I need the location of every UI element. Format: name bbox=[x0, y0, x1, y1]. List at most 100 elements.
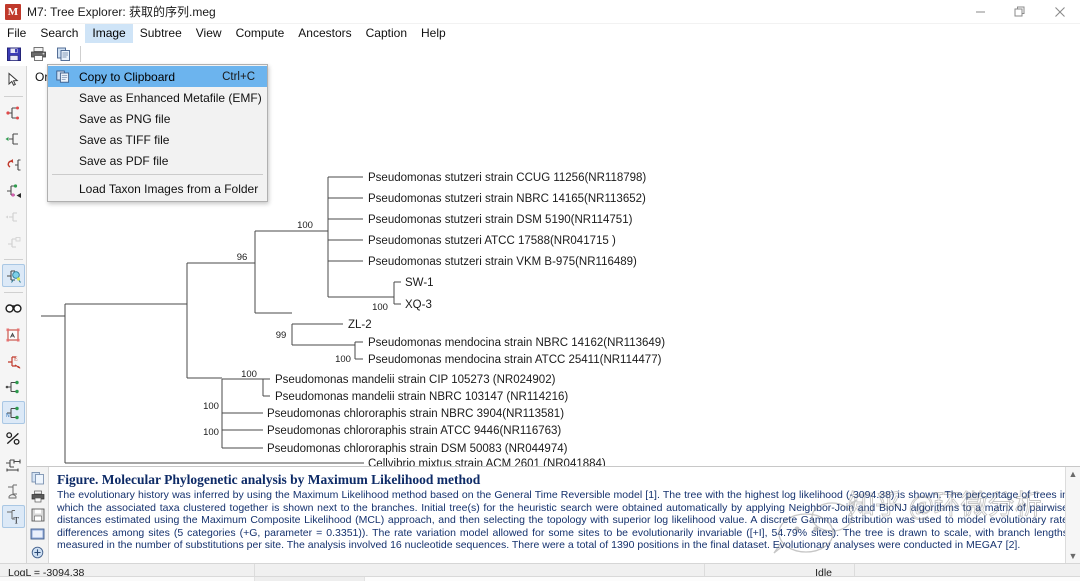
root-tree-icon bbox=[7, 158, 20, 171]
taxon-label[interactable]: Pseudomonas stutzeri strain CCUG 11256(N… bbox=[368, 172, 646, 184]
menu-caption[interactable]: Caption bbox=[359, 24, 414, 43]
scroll-up-icon[interactable]: ▲ bbox=[1069, 469, 1078, 479]
menu-item-load-taxon-images[interactable]: Load Taxon Images from a Folder bbox=[48, 178, 267, 199]
image-dropdown-menu[interactable]: Copy to Clipboard Ctrl+C Save as Enhance… bbox=[47, 64, 268, 202]
zoom-in-caption-button[interactable] bbox=[29, 544, 47, 561]
pointer-tool-button[interactable] bbox=[2, 68, 25, 91]
menu-search[interactable]: Search bbox=[33, 24, 85, 43]
menu-item-copy-to-clipboard[interactable]: Copy to Clipboard Ctrl+C bbox=[48, 66, 267, 87]
menu-help[interactable]: Help bbox=[414, 24, 453, 43]
menu-bar: File Search Image Subtree View Compute A… bbox=[0, 24, 1080, 43]
taxon-label[interactable]: Pseudomonas mendocina strain ATCC 25411(… bbox=[368, 354, 662, 366]
zoom-in-caption-icon bbox=[31, 546, 44, 559]
menu-item-label: Save as Enhanced Metafile (EMF) bbox=[79, 90, 262, 105]
menu-file[interactable]: File bbox=[0, 24, 33, 43]
caption-content: Figure. Molecular Phylogenetic analysis … bbox=[49, 467, 1080, 563]
taxon-label[interactable]: ZL-2 bbox=[348, 319, 372, 331]
scroll-down-icon[interactable]: ▼ bbox=[1069, 551, 1078, 561]
scale-percent-button[interactable] bbox=[2, 427, 25, 450]
sidebar-separator-3 bbox=[3, 292, 23, 293]
close-button[interactable] bbox=[1040, 0, 1080, 24]
bootstrap-value: 100 bbox=[241, 369, 257, 380]
app-icon: M bbox=[5, 3, 21, 20]
menu-item-save-emf[interactable]: Save as Enhanced Metafile (EMF) bbox=[48, 87, 267, 108]
compress-subtree-button[interactable] bbox=[2, 179, 25, 202]
copy-caption-button[interactable] bbox=[29, 470, 47, 487]
taxon-label[interactable]: Pseudomonas mandelii strain NBRC 103147 … bbox=[275, 391, 568, 403]
taxa-subtree-button[interactable] bbox=[1, 264, 25, 287]
text-font-button[interactable]: T bbox=[1, 505, 25, 528]
minimize-button[interactable] bbox=[960, 0, 1000, 24]
caption-toolbar bbox=[27, 467, 49, 563]
menu-item-label: Load Taxon Images from a Folder bbox=[79, 181, 259, 196]
print-caption-icon bbox=[31, 491, 44, 503]
swap-subtree-button[interactable] bbox=[2, 127, 25, 150]
bootstrap-value: 100 bbox=[203, 427, 219, 438]
expand-branch-icon bbox=[7, 236, 20, 248]
taxon-image-button[interactable] bbox=[2, 323, 25, 346]
taskbar-sliver bbox=[0, 576, 1080, 581]
menu-subtree[interactable]: Subtree bbox=[133, 24, 189, 43]
taxon-label[interactable]: Pseudomonas stutzeri strain DSM 5190(NR1… bbox=[368, 214, 633, 226]
caption-scrollbar[interactable]: ▲ ▼ bbox=[1065, 467, 1080, 563]
branch-length-button[interactable]: N bbox=[1, 401, 25, 424]
sidebar-separator-2 bbox=[3, 259, 23, 260]
save-button[interactable] bbox=[2, 44, 25, 65]
menu-item-label: Copy to Clipboard bbox=[79, 69, 176, 84]
toolbar-separator bbox=[80, 46, 81, 62]
body-area: E N T Pseudomonas stutzeri strain CCUG 1… bbox=[0, 44, 1080, 563]
topology-only-icon bbox=[5, 380, 19, 393]
distance-scale-icon bbox=[5, 458, 21, 471]
scale-percent-icon bbox=[6, 432, 20, 445]
bootstrap-value: 96 bbox=[237, 252, 248, 263]
taxon-label[interactable]: Pseudomonas mendocina strain NBRC 14162(… bbox=[368, 337, 665, 349]
menu-ancestors[interactable]: Ancestors bbox=[291, 24, 358, 43]
find-button[interactable] bbox=[2, 297, 25, 320]
caption-panel: Figure. Molecular Phylogenetic analysis … bbox=[27, 466, 1080, 563]
taxon-label[interactable]: Pseudomonas chlororaphis strain ATCC 944… bbox=[267, 425, 561, 437]
collapse-branch-icon bbox=[5, 211, 17, 222]
bootstrap-value: 100 bbox=[297, 220, 313, 231]
print-icon bbox=[31, 47, 46, 61]
print-caption-button[interactable] bbox=[29, 489, 47, 506]
menu-item-save-tiff[interactable]: Save as TIFF file bbox=[48, 129, 267, 150]
taxon-label[interactable]: XQ-3 bbox=[405, 299, 432, 311]
menu-image[interactable]: Image bbox=[85, 24, 133, 43]
svg-text:N: N bbox=[6, 413, 10, 419]
copy-caption-icon bbox=[31, 472, 44, 485]
menu-item-save-png[interactable]: Save as PNG file bbox=[48, 108, 267, 129]
topology-only-button[interactable] bbox=[2, 375, 25, 398]
collapse-branch-button[interactable] bbox=[2, 205, 25, 228]
root-tree-button[interactable] bbox=[2, 153, 25, 176]
maximize-button[interactable] bbox=[1000, 0, 1040, 24]
taxon-label[interactable]: Cellvibrio mixtus strain ACM 2601 (NR041… bbox=[368, 458, 606, 466]
taxon-label[interactable]: Pseudomonas mandelii strain CIP 105273 (… bbox=[275, 374, 556, 386]
taxon-label[interactable]: Pseudomonas chlororaphis strain DSM 5008… bbox=[267, 443, 568, 455]
svg-text:T: T bbox=[14, 515, 20, 525]
taskbar-seg-1 bbox=[0, 577, 255, 581]
taxon-label[interactable]: Pseudomonas chlororaphis strain NBRC 390… bbox=[267, 408, 564, 420]
node-info-button[interactable] bbox=[2, 479, 25, 502]
taxon-label[interactable]: Pseudomonas stutzeri strain NBRC 14165(N… bbox=[368, 193, 646, 205]
copy-icon bbox=[55, 69, 71, 84]
save-caption-button[interactable] bbox=[29, 507, 47, 524]
taxon-label[interactable]: Pseudomonas stutzeri ATCC 17588(NR041715… bbox=[368, 235, 616, 247]
expand-branch-button[interactable] bbox=[2, 231, 25, 254]
distance-scale-button[interactable] bbox=[2, 453, 25, 476]
taxa-subtree-icon bbox=[6, 269, 21, 283]
display-caption-button[interactable] bbox=[29, 526, 47, 543]
menu-view[interactable]: View bbox=[189, 24, 229, 43]
taxon-label[interactable]: Pseudomonas stutzeri strain VKM B-975(NR… bbox=[368, 256, 637, 268]
bootstrap-value: 99 bbox=[276, 330, 287, 341]
copy-icon bbox=[56, 47, 70, 61]
copy-button[interactable] bbox=[52, 44, 75, 65]
print-button[interactable] bbox=[27, 44, 50, 65]
branch-style-button[interactable]: E bbox=[2, 349, 25, 372]
flip-subtree-button[interactable] bbox=[2, 101, 25, 124]
menu-item-save-pdf[interactable]: Save as PDF file bbox=[48, 150, 267, 171]
taxon-label[interactable]: SW-1 bbox=[405, 277, 434, 289]
taxon-image-icon bbox=[6, 328, 20, 341]
menu-compute[interactable]: Compute bbox=[229, 24, 292, 43]
display-caption-icon bbox=[30, 528, 45, 540]
bootstrap-value: 100 bbox=[335, 354, 351, 365]
